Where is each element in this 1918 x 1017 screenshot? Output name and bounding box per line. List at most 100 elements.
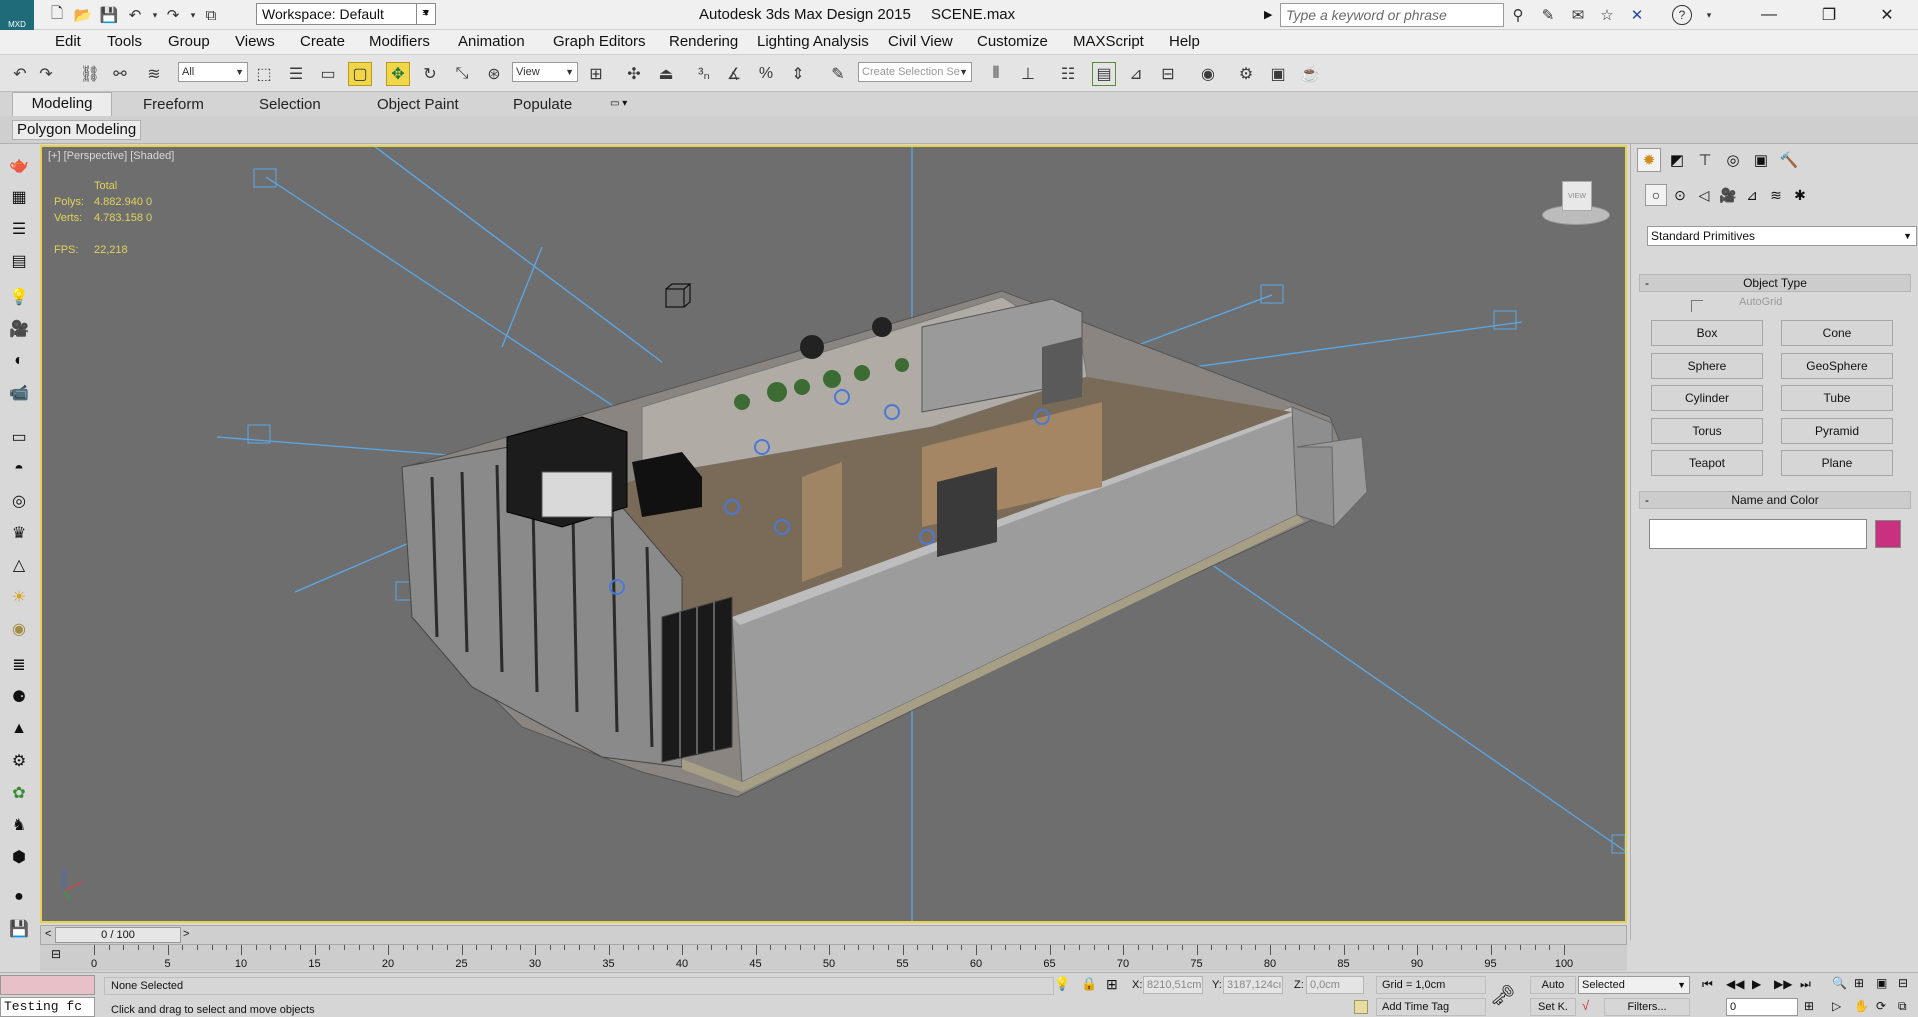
torus-icon[interactable]: ◎ bbox=[6, 488, 32, 514]
disc-icon[interactable]: ◉ bbox=[6, 616, 32, 642]
field-of-view-icon[interactable]: ▷ bbox=[1832, 999, 1841, 1013]
menu-modifiers[interactable]: Modifiers bbox=[369, 33, 430, 50]
menu-group[interactable]: Group bbox=[168, 33, 210, 50]
menu-lighting-analysis[interactable]: Lighting Analysis bbox=[757, 33, 869, 50]
gear-icon[interactable]: ⚙ bbox=[6, 748, 32, 774]
angle-snap-icon[interactable]: ∡ bbox=[722, 62, 746, 86]
edit-named-selection-icon[interactable]: ✎ bbox=[826, 62, 850, 86]
camera-icon[interactable]: 🎥 bbox=[6, 316, 32, 342]
undo-icon[interactable]: ↶ bbox=[124, 4, 146, 26]
object-type-rollout-header[interactable]: - Object Type bbox=[1639, 274, 1911, 292]
render-icon[interactable]: ◐ bbox=[6, 348, 32, 374]
graphite-toggle-icon[interactable]: ▤ bbox=[1092, 62, 1116, 86]
favorites-star-icon[interactable]: ☆ bbox=[1596, 4, 1618, 26]
teapot-button[interactable]: Teapot bbox=[1651, 450, 1763, 476]
torus-button[interactable]: Torus bbox=[1651, 418, 1763, 444]
rock-icon[interactable]: ⬢ bbox=[6, 844, 32, 870]
zoom-all-icon[interactable]: ⊞ bbox=[1854, 976, 1864, 990]
lights-category-icon[interactable]: ◁ bbox=[1693, 184, 1715, 206]
y-coordinate-field[interactable]: 3187,124cı bbox=[1223, 976, 1283, 994]
orbit-icon[interactable]: ⟳ bbox=[1876, 999, 1886, 1013]
menu-customize[interactable]: Customize bbox=[977, 33, 1048, 50]
time-tag-icon[interactable] bbox=[1354, 1000, 1368, 1014]
key-filters-button[interactable]: Filters... bbox=[1604, 998, 1690, 1016]
geosphere-button[interactable]: GeoSphere bbox=[1781, 353, 1893, 379]
view-cube[interactable]: VIEW bbox=[1540, 177, 1612, 233]
maximize-viewport-icon[interactable]: ⧉ bbox=[1898, 999, 1907, 1014]
mirror-icon[interactable]: ⫴ bbox=[984, 62, 1008, 86]
go-to-end-icon[interactable]: ⏭ bbox=[1800, 977, 1811, 992]
geometry-category-icon[interactable]: ○ bbox=[1645, 184, 1667, 206]
category-dropdown[interactable]: Standard Primitives ▼ bbox=[1647, 226, 1917, 246]
save-scene-icon[interactable]: 💾 bbox=[6, 916, 32, 942]
help-dropdown-icon[interactable]: ▾ bbox=[1698, 4, 1720, 26]
x-coordinate-field[interactable]: 8210,51cm bbox=[1143, 976, 1203, 994]
tab-freeform[interactable]: Freeform bbox=[143, 96, 204, 113]
cone-button[interactable]: Cone bbox=[1781, 320, 1893, 346]
time-slider-thumb[interactable]: 0 / 100 bbox=[55, 927, 181, 943]
selection-filter-dropdown[interactable]: All ▼ bbox=[178, 62, 248, 82]
shapes-category-icon[interactable]: ⊙ bbox=[1669, 184, 1691, 206]
motion-tab-icon[interactable]: ◎ bbox=[1721, 148, 1745, 172]
auto-key-button[interactable]: Auto bbox=[1530, 976, 1576, 994]
menu-graph-editors[interactable]: Graph Editors bbox=[553, 33, 646, 50]
window-crossing-icon[interactable]: ▢ bbox=[348, 62, 372, 86]
time-slider-prev-icon[interactable]: < bbox=[45, 928, 51, 940]
undo-icon[interactable]: ↶ bbox=[8, 62, 32, 86]
hierarchy-tab-icon[interactable]: ⊤ bbox=[1693, 148, 1717, 172]
menu-tools[interactable]: Tools bbox=[107, 33, 142, 50]
render-setup-icon[interactable]: ⚙ bbox=[1234, 62, 1258, 86]
maxscript-input[interactable]: Testing fc bbox=[0, 997, 95, 1017]
named-selection-set-dropdown[interactable]: Create Selection Se ▼ bbox=[858, 62, 972, 82]
sphere-button[interactable]: Sphere bbox=[1651, 353, 1763, 379]
cylinder-button[interactable]: Cylinder bbox=[1651, 385, 1763, 411]
current-frame-field[interactable]: 0 bbox=[1726, 998, 1798, 1016]
redo-icon[interactable]: ↷ bbox=[162, 4, 184, 26]
autogrid-checkbox[interactable] bbox=[1691, 300, 1703, 312]
name-color-rollout-header[interactable]: - Name and Color bbox=[1639, 491, 1911, 509]
sun-light-icon[interactable]: ☀ bbox=[6, 584, 32, 610]
spinner-snap-icon[interactable]: ⇕ bbox=[786, 62, 810, 86]
spacewarps-category-icon[interactable]: ≋ bbox=[1765, 184, 1787, 206]
sphere-icon[interactable]: ● bbox=[6, 884, 32, 910]
key-filter-dropdown[interactable]: Selected ▼ bbox=[1578, 976, 1690, 994]
create-tab-icon[interactable]: ✹ bbox=[1637, 148, 1661, 172]
search-expand-icon[interactable]: ▶ bbox=[1264, 3, 1280, 27]
tab-populate[interactable]: Populate bbox=[513, 96, 572, 113]
minimize-button[interactable]: — bbox=[1746, 0, 1792, 30]
stack-icon[interactable]: ≣ bbox=[6, 652, 32, 678]
teapot-icon[interactable]: 🫖 bbox=[6, 152, 32, 178]
video-camera-icon[interactable]: 📹 bbox=[6, 380, 32, 406]
selection-lock-icon[interactable]: 🔒 bbox=[1081, 976, 1097, 992]
select-and-move-icon[interactable]: ✥ bbox=[386, 62, 410, 86]
object-color-swatch[interactable] bbox=[1875, 520, 1901, 548]
select-manipulate-icon[interactable]: ✣ bbox=[622, 62, 646, 86]
menu-edit[interactable]: Edit bbox=[55, 33, 81, 50]
object-name-input[interactable] bbox=[1649, 519, 1867, 549]
select-and-rotate-icon[interactable]: ↻ bbox=[418, 62, 442, 86]
crown-icon[interactable]: ♛ bbox=[6, 520, 32, 546]
menu-maxscript[interactable]: MAXScript bbox=[1073, 33, 1144, 50]
tube-button[interactable]: Tube bbox=[1781, 385, 1893, 411]
bind-spacewarp-icon[interactable]: ≋ bbox=[142, 62, 166, 86]
utilities-tab-icon[interactable]: 🔨 bbox=[1777, 148, 1801, 172]
zoom-extents-all-icon[interactable]: ⊟ bbox=[1898, 976, 1908, 990]
mini-curve-editor-icon[interactable]: ⊟ bbox=[51, 947, 67, 963]
exchange-apps-icon[interactable]: ✕ bbox=[1626, 4, 1648, 26]
search-input[interactable]: Type a keyword or phrase bbox=[1280, 3, 1504, 27]
binoculars-icon[interactable]: ⚲ bbox=[1507, 4, 1529, 26]
add-time-tag-field[interactable]: Add Time Tag bbox=[1376, 998, 1486, 1016]
select-by-name-icon[interactable]: ☰ bbox=[284, 62, 308, 86]
subscription-icon[interactable]: ✎ bbox=[1537, 4, 1559, 26]
plant-icon[interactable]: ✿ bbox=[6, 780, 32, 806]
zoom-extents-icon[interactable]: ▣ bbox=[1876, 976, 1887, 990]
menu-views[interactable]: Views bbox=[235, 33, 275, 50]
workspace-menu-button[interactable]: ≡ bbox=[416, 3, 434, 25]
app-logo[interactable]: MXD bbox=[0, 0, 34, 30]
tab-object-paint[interactable]: Object Paint bbox=[377, 96, 459, 113]
pan-icon[interactable]: ✋ bbox=[1854, 999, 1869, 1013]
time-config-icon[interactable]: ⊞ bbox=[1804, 999, 1814, 1013]
unlink-icon[interactable]: ⚯ bbox=[108, 62, 132, 86]
menu-help[interactable]: Help bbox=[1169, 33, 1200, 50]
rectangular-selection-icon[interactable]: ▭ bbox=[316, 62, 340, 86]
